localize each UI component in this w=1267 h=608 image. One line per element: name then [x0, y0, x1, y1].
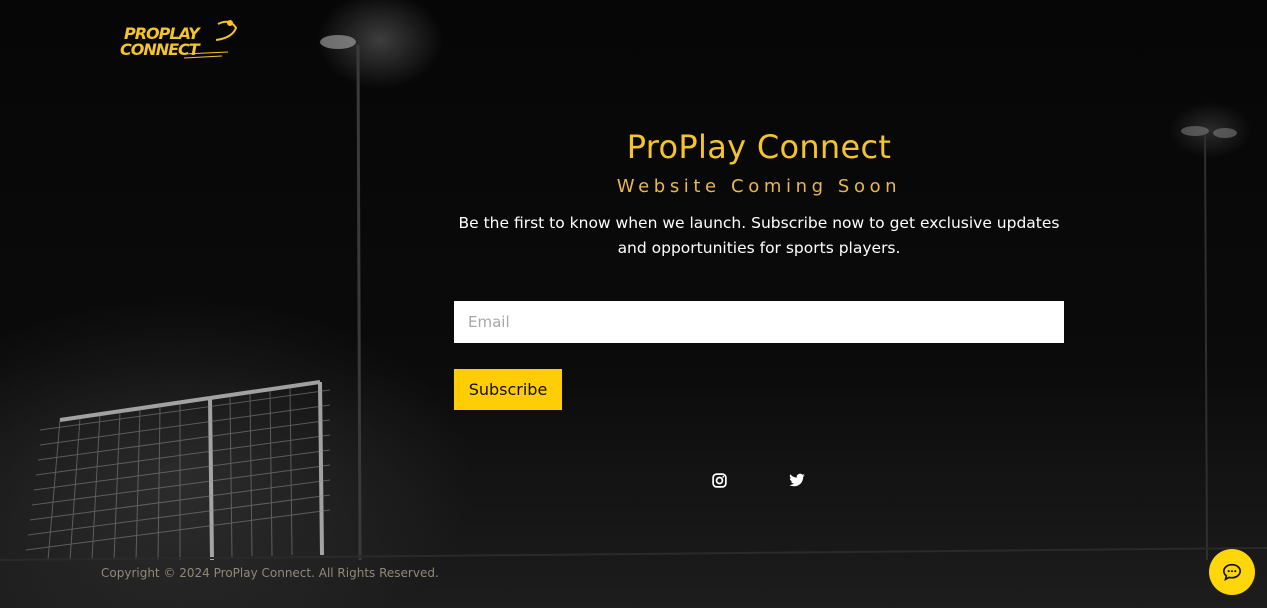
proplay-logo[interactable]: PROPLAY CONNECT	[118, 18, 242, 64]
chat-bubble-icon	[1222, 563, 1242, 581]
logo-text-connect: CONNECT	[120, 40, 200, 59]
email-field[interactable]	[454, 301, 1064, 343]
page-title: ProPlay Connect	[626, 128, 892, 166]
twitter-link[interactable]	[788, 472, 806, 490]
coming-soon-subtitle: Website Coming Soon	[616, 176, 902, 197]
hero-section: ProPlay Connect Website Coming Soon Be t…	[453, 128, 1065, 261]
instagram-icon	[712, 473, 727, 488]
chat-widget-button[interactable]	[1209, 549, 1255, 595]
instagram-link[interactable]	[711, 472, 729, 490]
hero-description: Be the first to know when we launch. Sub…	[458, 214, 1060, 257]
twitter-icon	[789, 473, 805, 487]
subscribe-button[interactable]: Subscribe	[454, 369, 562, 410]
copyright-text: Copyright © 2024 ProPlay Connect. All Ri…	[101, 566, 439, 580]
